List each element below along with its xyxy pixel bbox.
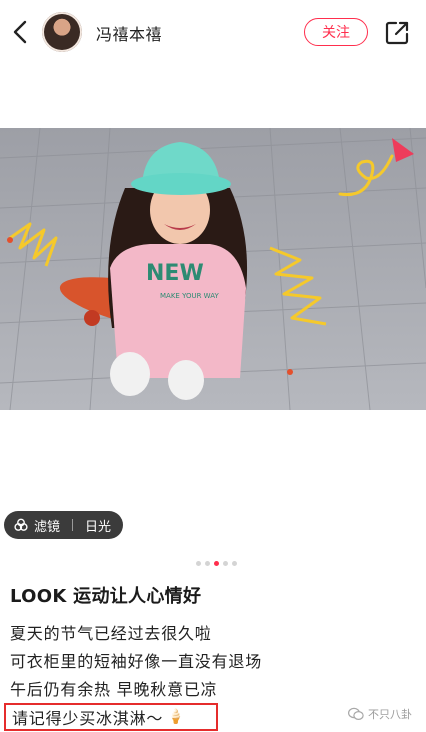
post-line-4: 请记得少买冰淇淋～ [12, 709, 164, 728]
photo-illustration: NEW MAKE YOUR WAY [0, 128, 426, 410]
post-line-3: 午后仍有余热 早晚秋意已凉 [10, 680, 218, 699]
carousel-indicator [196, 561, 237, 566]
highlighted-line: 请记得少买冰淇淋～ 🍦 [4, 703, 218, 731]
watermark: 不只八卦 [348, 706, 412, 722]
follow-button[interactable]: 关注 [304, 18, 368, 46]
username[interactable]: 冯禧本禧 [96, 21, 162, 45]
post-line-2: 可衣柜里的短袖好像一直没有退场 [10, 652, 263, 671]
avatar[interactable] [42, 12, 82, 52]
carousel-dot [232, 561, 237, 566]
back-arrow-icon[interactable] [8, 18, 34, 46]
shirt-print-big: NEW [146, 261, 204, 286]
filter-value: 日光 [85, 519, 112, 535]
carousel-dot [223, 561, 228, 566]
ice-cream-emoji: 🍦 [167, 709, 186, 725]
filter-tag[interactable]: 滤镜 日光 [4, 511, 124, 539]
top-bar: 冯禧本禧 关注 [0, 0, 426, 64]
share-icon[interactable] [384, 20, 410, 46]
carousel-dot [196, 561, 201, 566]
filter-divider [72, 519, 74, 531]
post-line-1: 夏天的节气已经过去很久啦 [10, 624, 212, 643]
carousel-dot-active [214, 561, 219, 566]
wechat-icon [348, 707, 364, 721]
post-image[interactable]: NEW MAKE YOUR WAY [0, 128, 426, 410]
filter-label: 滤镜 [34, 519, 61, 535]
shirt-print-small: MAKE YOUR WAY [160, 292, 219, 300]
carousel-dot [205, 561, 210, 566]
watermark-text: 不只八卦 [368, 708, 412, 721]
filter-icon [14, 518, 28, 531]
post-title: LOOK 运动让人心情好 [10, 586, 202, 607]
